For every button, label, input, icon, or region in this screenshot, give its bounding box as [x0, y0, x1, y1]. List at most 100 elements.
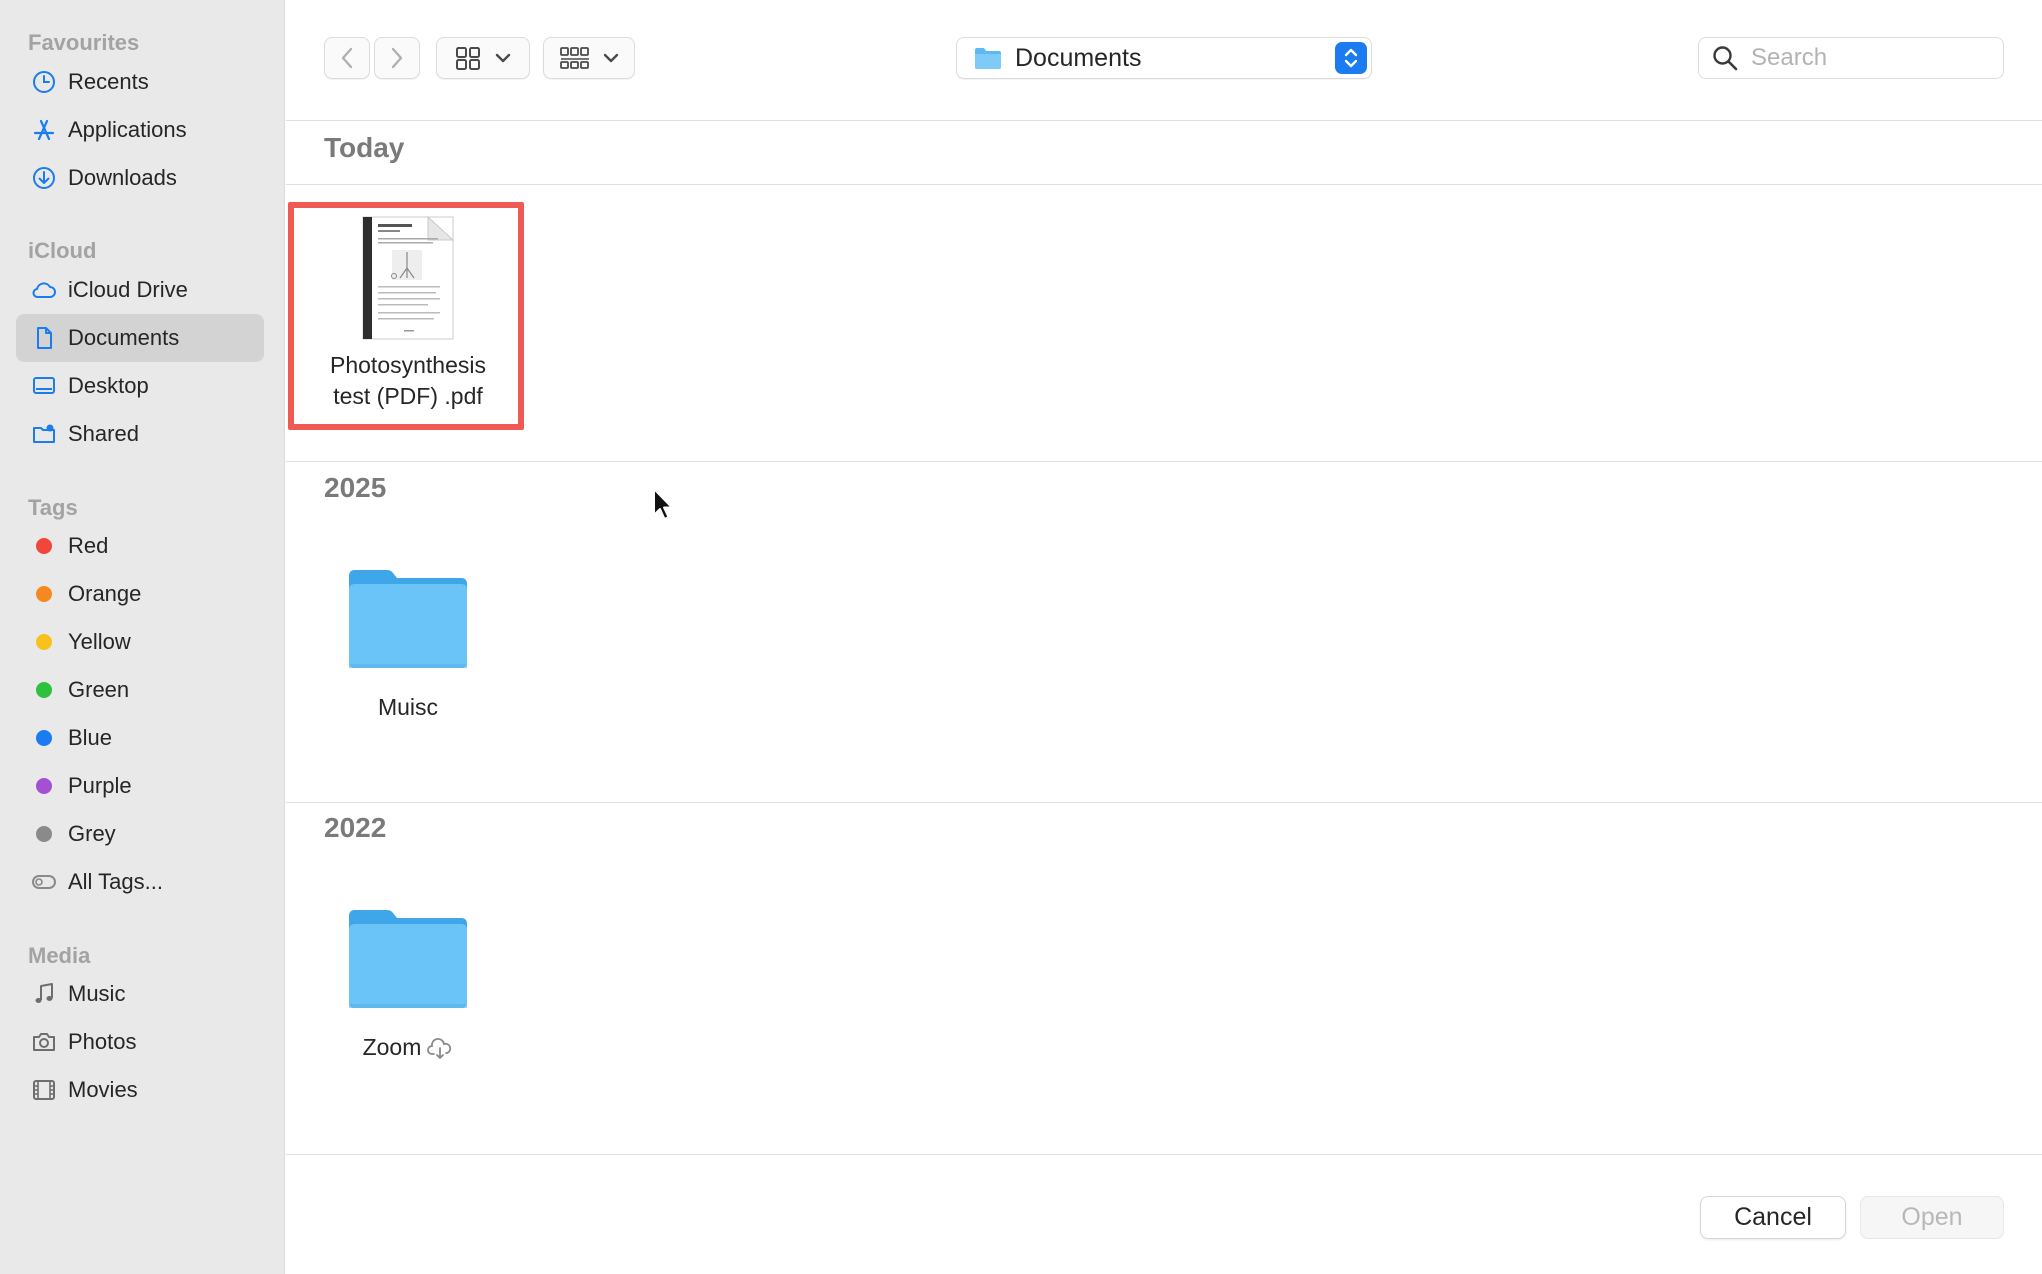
tag-dot-icon: [30, 580, 58, 608]
cloud-icon: [30, 276, 58, 304]
all-tags-icon: [30, 868, 58, 896]
applications-icon: [30, 116, 58, 144]
film-icon: [30, 1076, 58, 1104]
folder-item-muisc[interactable]: Muisc: [290, 566, 526, 723]
toolbar: Documents: [286, 0, 2042, 121]
music-note-icon: [30, 980, 58, 1008]
folder-item-zoom[interactable]: Zoom: [290, 906, 526, 1063]
tag-dot-icon: [30, 772, 58, 800]
clock-icon: [30, 68, 58, 96]
sidebar-item-label: Green: [68, 677, 130, 702]
sidebar-item-label: Downloads: [68, 165, 177, 190]
sidebar-item-tag-blue[interactable]: Blue: [16, 714, 264, 762]
cancel-button[interactable]: Cancel: [1700, 1196, 1846, 1239]
sidebar-item-photos[interactable]: Photos: [16, 1018, 264, 1066]
chevron-down-icon: [495, 53, 511, 63]
desktop-icon: [30, 372, 58, 400]
sidebar-item-icloud-drive[interactable]: iCloud Drive: [16, 266, 264, 314]
folder-icon: [975, 48, 1001, 69]
file-browser: Today Photosynthesis test (PDF) .pdf 202…: [286, 122, 2042, 1154]
download-icon: [30, 164, 58, 192]
group-header-today: Today: [324, 132, 405, 163]
sidebar-item-label: Grey: [68, 821, 116, 846]
sidebar-item-label: Documents: [68, 325, 180, 350]
sidebar-section-favourites: Favourites: [28, 30, 140, 55]
tag-dot-icon: [30, 724, 58, 752]
tag-dot-purple: [36, 778, 52, 794]
sidebar-item-label: Yellow: [68, 629, 131, 654]
tag-dot-green: [36, 682, 52, 698]
search-field[interactable]: [1698, 37, 2004, 79]
divider: [286, 184, 2042, 185]
sidebar-item-tag-yellow[interactable]: Yellow: [16, 618, 264, 666]
tag-dot-grey: [36, 826, 52, 842]
sidebar-item-label: Applications: [68, 117, 187, 142]
sidebar-item-recents[interactable]: Recents: [16, 58, 264, 106]
folder-name: Zoom: [362, 1034, 422, 1060]
sidebar-item-tag-purple[interactable]: Purple: [16, 762, 264, 810]
group-header-2022: 2022: [324, 812, 387, 843]
sidebar-item-movies[interactable]: Movies: [16, 1066, 264, 1114]
sidebar-item-label: Music: [68, 981, 126, 1006]
divider: [286, 802, 2042, 803]
tag-dot-icon: [30, 628, 58, 656]
sidebar-item-label: iCloud Drive: [68, 277, 188, 302]
forward-button[interactable]: [374, 37, 420, 79]
sidebar-item-tag-orange[interactable]: Orange: [16, 570, 264, 618]
open-file-dialog: Favourites Recents Applications Download…: [0, 0, 2042, 1274]
tag-dot-icon: [30, 676, 58, 704]
sidebar-item-tag-red[interactable]: Red: [16, 522, 264, 570]
mouse-cursor-icon: [653, 488, 673, 520]
document-icon: [30, 324, 58, 352]
chevron-right-icon: [391, 47, 403, 69]
shared-folder-icon: [30, 420, 58, 448]
tag-dot-red: [36, 538, 52, 554]
search-input[interactable]: [1751, 44, 1981, 72]
sidebar-item-applications[interactable]: Applications: [16, 106, 264, 154]
folder-name-row: Zoom: [363, 1032, 454, 1063]
sidebar-item-label: Photos: [68, 1029, 137, 1054]
tag-dot-yellow: [36, 634, 52, 650]
tag-dot-icon: [30, 820, 58, 848]
sidebar-item-music[interactable]: Music: [16, 970, 264, 1018]
sidebar-item-label: Blue: [68, 725, 113, 750]
back-button[interactable]: [324, 37, 370, 79]
sidebar-item-tag-grey[interactable]: Grey: [16, 810, 264, 858]
sidebar-item-downloads[interactable]: Downloads: [16, 154, 264, 202]
dialog-footer: Cancel Open: [286, 1154, 2042, 1274]
sidebar-item-label: Desktop: [68, 373, 149, 398]
divider: [286, 461, 2042, 462]
sidebar-item-documents[interactable]: Documents: [16, 314, 264, 362]
folder-icon: [349, 910, 467, 1008]
folder-icon: [349, 570, 467, 668]
sidebar-item-label: Shared: [68, 421, 139, 446]
sidebar-item-desktop[interactable]: Desktop: [16, 362, 264, 410]
sidebar: Favourites Recents Applications Download…: [0, 0, 285, 1274]
group-by-button[interactable]: [543, 37, 635, 79]
sidebar-section-tags: Tags: [28, 495, 78, 520]
folder-name: Muisc: [377, 694, 439, 720]
search-icon: [1713, 46, 1738, 71]
sidebar-item-label: Recents: [68, 69, 149, 94]
chevron-left-icon: [341, 47, 353, 69]
tag-dot-orange: [36, 586, 52, 602]
sidebar-item-label: Purple: [68, 773, 132, 798]
sidebar-section-icloud: iCloud: [28, 238, 97, 263]
camera-icon: [30, 1028, 58, 1056]
location-label: Documents: [1015, 43, 1142, 72]
stepper-icon: [1335, 42, 1367, 74]
group-header-2025: 2025: [324, 472, 387, 503]
sidebar-section-media: Media: [28, 943, 91, 968]
open-button[interactable]: Open: [1860, 1196, 2004, 1239]
sidebar-item-tag-green[interactable]: Green: [16, 666, 264, 714]
icon-grid-icon: [456, 47, 480, 70]
tag-dot-blue: [36, 730, 52, 746]
sidebar-item-label: All Tags...: [68, 869, 163, 894]
sidebar-item-all-tags[interactable]: All Tags...: [16, 858, 264, 906]
location-popup[interactable]: Documents: [956, 37, 1372, 79]
chevron-down-icon: [603, 53, 619, 63]
view-mode-button[interactable]: [436, 37, 530, 79]
sidebar-item-label: Red: [68, 533, 109, 558]
sidebar-item-shared[interactable]: Shared: [16, 410, 264, 458]
cloud-download-icon: [427, 1038, 452, 1059]
